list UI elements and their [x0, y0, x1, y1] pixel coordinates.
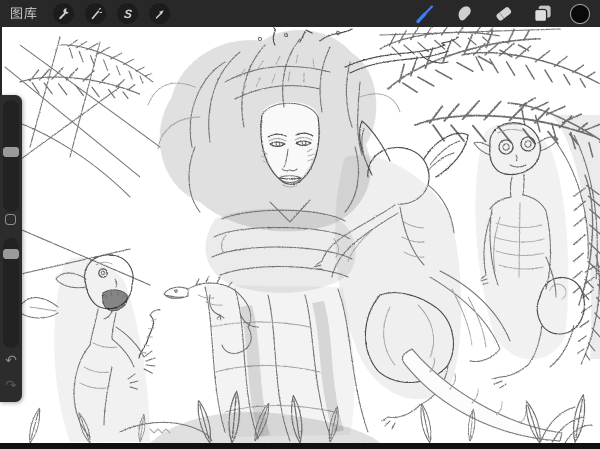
- opacity-handle[interactable]: [3, 249, 19, 259]
- layers-button[interactable]: [531, 3, 553, 25]
- color-swatch-button[interactable]: [570, 4, 590, 24]
- eraser-icon: [493, 3, 514, 24]
- topbar-right-tools: [414, 3, 590, 25]
- brush-size-handle[interactable]: [3, 147, 19, 157]
- drawing-canvas[interactable]: [0, 27, 600, 443]
- smudge-finger-icon: [454, 3, 475, 24]
- transform-arrow-icon: [152, 6, 167, 21]
- artwork-sketch: [0, 27, 600, 443]
- erase-tool-button[interactable]: [492, 3, 514, 25]
- procreate-window: 图库 S: [0, 0, 600, 449]
- brush-stroke-icon: [414, 3, 436, 25]
- magic-wand-icon: [88, 6, 103, 21]
- redo-button[interactable]: ↷: [0, 376, 22, 396]
- layers-icon: [532, 3, 553, 24]
- topbar-left-tools: 图库 S: [10, 3, 170, 24]
- canvas-bottom-edge: [0, 443, 600, 449]
- gallery-button[interactable]: 图库: [10, 7, 42, 20]
- smudge-tool-button[interactable]: [453, 3, 475, 25]
- transform-button[interactable]: [149, 3, 170, 24]
- wrench-icon: [56, 6, 71, 21]
- paint-tool-button[interactable]: [414, 3, 436, 25]
- selection-button[interactable]: S: [117, 3, 138, 24]
- adjustments-button[interactable]: [85, 3, 106, 24]
- sidebar: ↶ ↷: [0, 95, 22, 402]
- undo-button[interactable]: ↶: [0, 351, 22, 371]
- actions-button[interactable]: [53, 3, 74, 24]
- modify-button[interactable]: [5, 214, 16, 225]
- selection-s-icon: S: [123, 7, 132, 21]
- topbar: 图库 S: [0, 0, 600, 27]
- brush-size-slider[interactable]: [3, 100, 19, 212]
- opacity-slider[interactable]: [3, 238, 19, 348]
